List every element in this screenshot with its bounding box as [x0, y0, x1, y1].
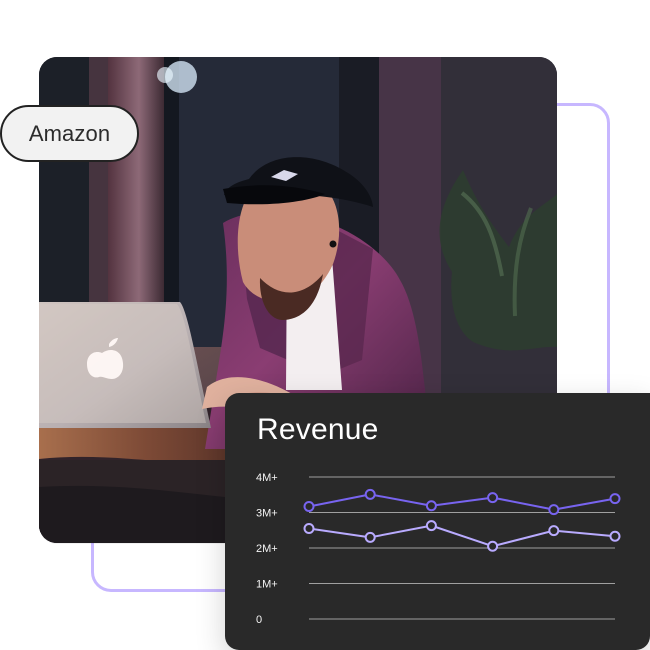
- series-2-point-4: [487, 540, 499, 552]
- series-line-1: [308, 493, 616, 511]
- series-2-point-3: [425, 520, 437, 532]
- marketing-card-stage: Amazon Revenue 0 1M+ 2M+ 3M+ 4M+: [0, 0, 650, 650]
- series-1-point-1: [303, 500, 315, 512]
- series-2-point-6: [609, 530, 621, 542]
- series-1-point-2: [364, 488, 376, 500]
- y-axis-tick-label: 3M+: [256, 508, 278, 520]
- revenue-line-chart: 0 1M+ 2M+ 3M+ 4M+: [256, 472, 621, 626]
- series-1-point-4: [487, 492, 499, 504]
- y-axis-tick-label: 2M+: [256, 543, 278, 555]
- revenue-card: Revenue 0 1M+ 2M+ 3M+ 4M+: [225, 393, 650, 650]
- y-axis-tick-label: 1M+: [256, 579, 278, 591]
- series-2-point-1: [303, 522, 315, 534]
- company-badge: Amazon: [0, 105, 139, 162]
- series-line-2: [308, 524, 616, 548]
- y-axis-tick-label: 0: [256, 614, 262, 626]
- series-1-point-6: [609, 493, 621, 505]
- series-2-point-2: [364, 531, 376, 543]
- series-1-point-5: [548, 504, 560, 516]
- y-axis-tick-label: 4M+: [256, 472, 278, 484]
- series-1-point-3: [425, 500, 437, 512]
- series-2-point-5: [548, 525, 560, 537]
